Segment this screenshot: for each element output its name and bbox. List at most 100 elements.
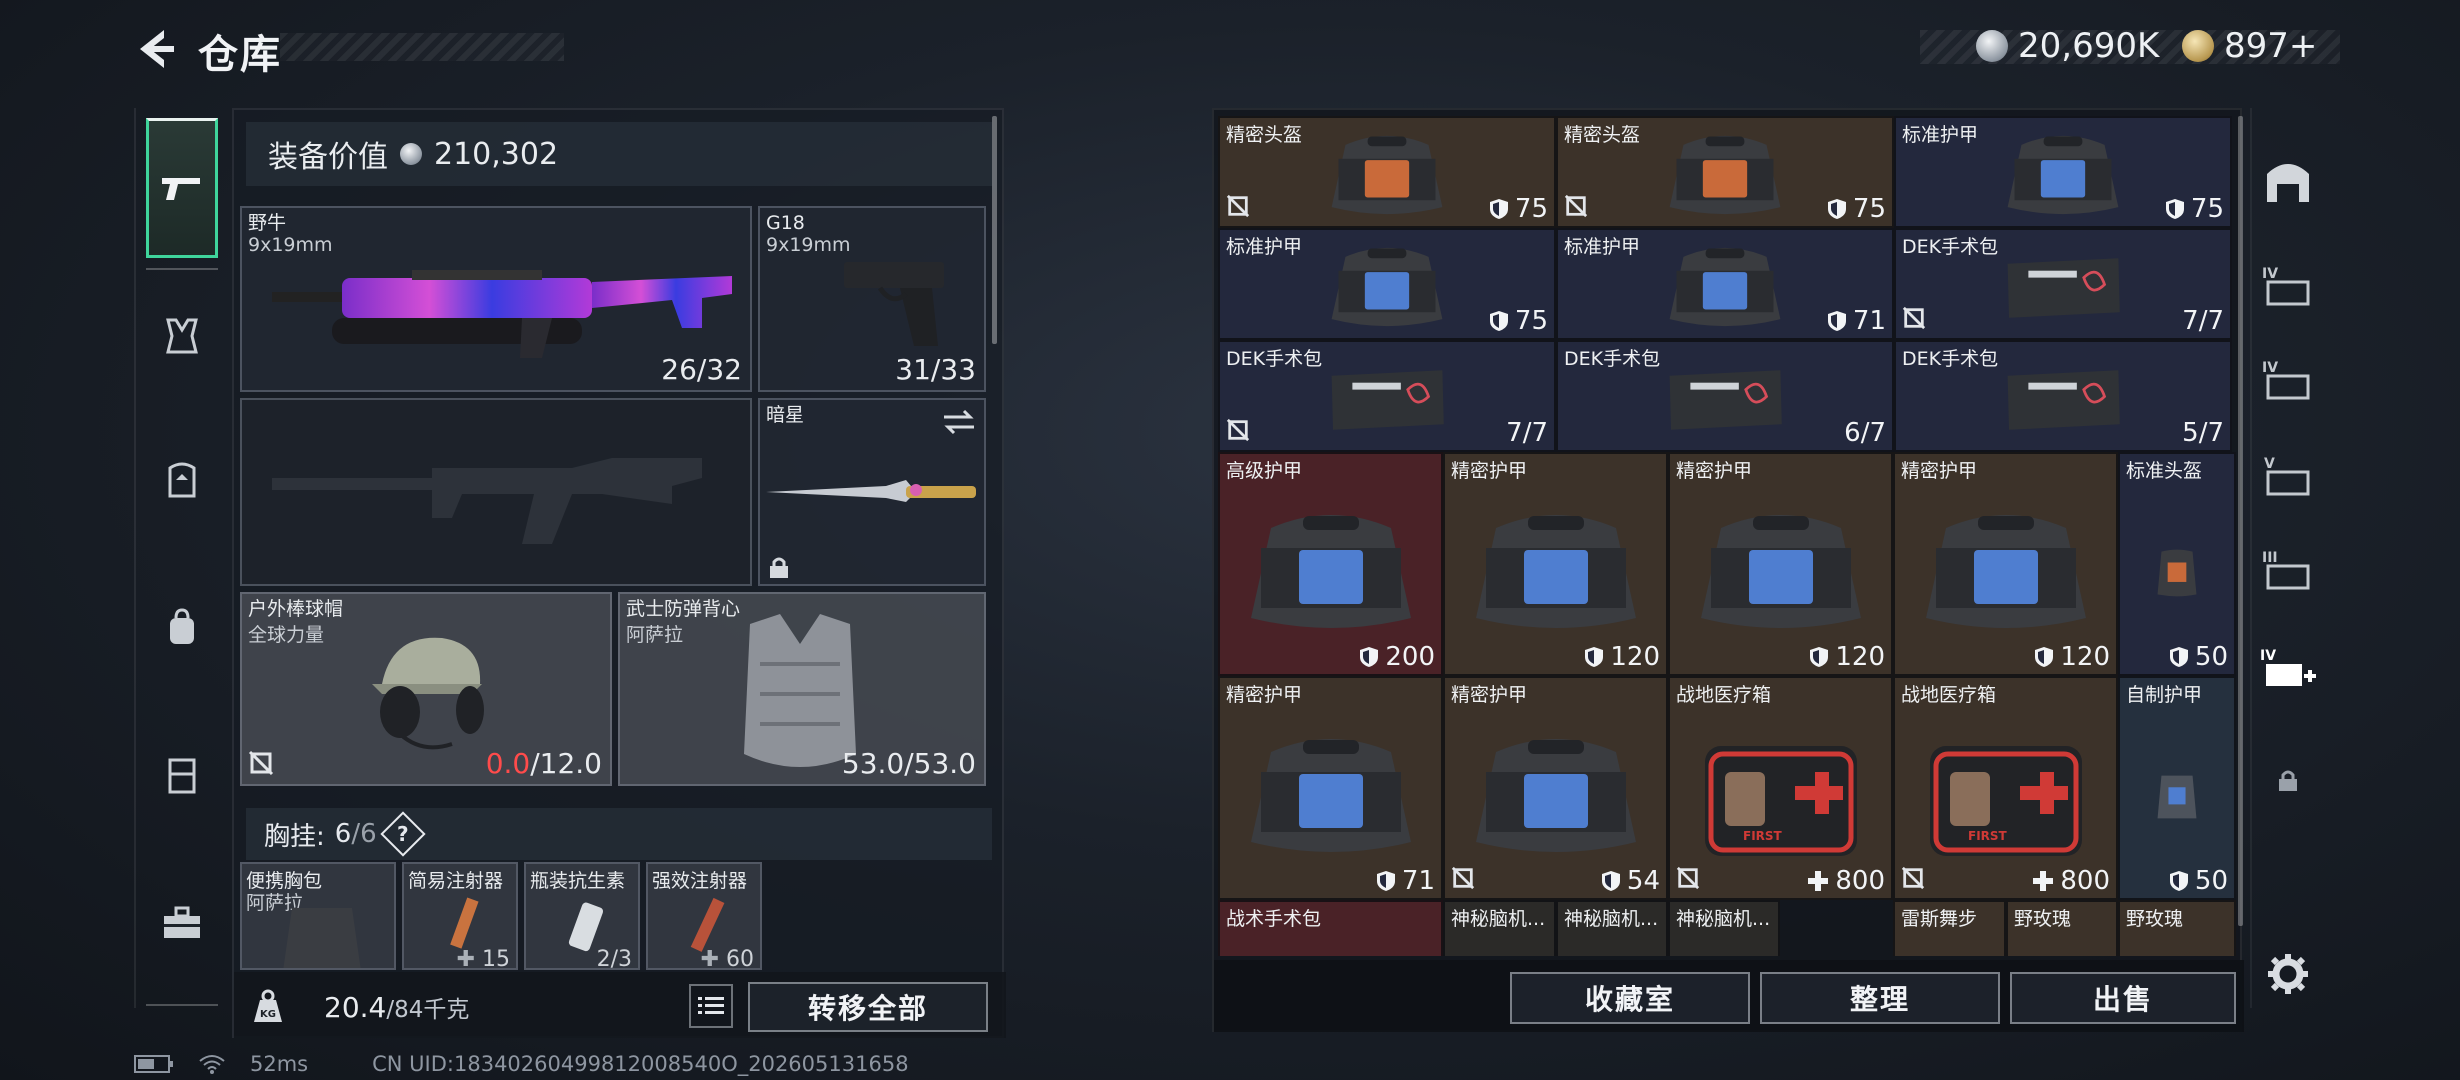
secondary-weapon-ammo: 31/33 <box>895 353 976 386</box>
svg-text:IV: IV <box>2262 360 2278 376</box>
empty-weapon-slot[interactable] <box>240 398 752 586</box>
tab-chest-rig[interactable] <box>146 300 218 372</box>
chest-item-name: 强效注射器 <box>652 870 748 892</box>
gear-icon <box>2268 954 2308 994</box>
sell-button[interactable]: 出售 <box>2010 972 2236 1024</box>
storage-item-cell[interactable]: 精密头盔 75 <box>1556 116 1894 228</box>
tab-medical-iv[interactable]: IV <box>2256 638 2320 702</box>
storage-item-value: 71 <box>1827 306 1886 336</box>
storage-item-name: 自制护甲 <box>2126 684 2203 706</box>
svg-text:IV: IV <box>2262 266 2278 282</box>
storage-item-cell[interactable]: 标准护甲 75 <box>1218 228 1556 340</box>
tab-container-iv-2[interactable]: IV <box>2256 348 2320 412</box>
melee-slot[interactable]: 暗星 <box>758 398 986 586</box>
storage-item-cell[interactable]: 精密护甲 120 <box>1893 452 2118 676</box>
primary-weapon-slot[interactable]: 野牛 9x19mm 26/32 <box>240 206 752 392</box>
storage-item-cell[interactable]: 神秘脑机... <box>1668 900 1780 956</box>
chest-rig-count: 6/6 <box>334 819 377 849</box>
tab-container-iii[interactable]: III <box>2256 538 2320 602</box>
tab-locked[interactable] <box>2256 748 2320 812</box>
helmet-slot[interactable]: 户外棒球帽 全球力量 0.0/12.0 <box>240 592 612 786</box>
medical-container-icon: IV <box>2260 648 2316 686</box>
storage-item-cell[interactable]: 精密护甲 71 <box>1218 676 1443 900</box>
chest-item-slot[interactable]: 便携胸包 阿萨拉 <box>240 862 396 970</box>
settings-button[interactable] <box>2256 942 2320 1006</box>
durability-shield-icon <box>2165 199 2184 219</box>
tab-backpack[interactable] <box>146 592 218 664</box>
storage-item-name: 野玫瑰 <box>2014 908 2072 930</box>
svg-text:KG: KG <box>260 1009 276 1020</box>
storage-item-cell[interactable]: DEK手术包 7/7 <box>1894 228 2232 340</box>
storage-item-value: 50 <box>2169 642 2228 672</box>
storage-item-cell[interactable]: 自制护甲 50 <box>2118 676 2236 900</box>
storage-item-cell[interactable]: 精密护甲 120 <box>1443 452 1668 676</box>
swap-arrows-icon[interactable] <box>942 408 976 436</box>
storage-item-cell[interactable]: DEK手术包 5/7 <box>1894 340 2232 452</box>
backpack-icon <box>170 608 194 644</box>
healing-plus-icon <box>2033 871 2054 891</box>
help-icon[interactable]: ? <box>379 811 426 857</box>
back-arrow-icon[interactable] <box>128 24 178 74</box>
tab-armor[interactable] <box>146 444 218 516</box>
collection-room-button[interactable]: 收藏室 <box>1510 972 1750 1024</box>
chest-item-count: ✚ 60 <box>700 947 754 970</box>
surgery-kit-image <box>2007 370 2120 431</box>
smg-bison-image <box>272 270 732 358</box>
storage-item-cell[interactable]: 标准护甲 71 <box>1556 228 1894 340</box>
chest-item-count: 2/3 <box>596 947 632 970</box>
storage-item-cell[interactable]: DEK手术包 7/7 <box>1218 340 1556 452</box>
storage-item-value: 7/7 <box>2182 306 2224 336</box>
svg-text:III: III <box>2262 550 2278 566</box>
armor-case-image <box>1331 248 1443 327</box>
storage-scrollbar[interactable] <box>2238 116 2243 926</box>
storage-item-cell[interactable]: 精密护甲 54 <box>1443 676 1668 900</box>
chest-item-slot[interactable]: 简易注射器 ✚ 15 <box>402 862 518 970</box>
storage-item-cell[interactable]: 战地医疗箱 FIRST 800 <box>1893 676 2118 900</box>
wifi-icon <box>199 1055 225 1074</box>
storage-item-cell[interactable]: 神秘脑机... <box>1443 900 1556 956</box>
storage-item-cell[interactable]: 野玫瑰 <box>2118 900 2236 956</box>
tab-toolbox[interactable] <box>146 888 218 960</box>
secondary-weapon-slot[interactable]: G18 9x19mm 31/33 <box>758 206 986 392</box>
equipment-panel: 装备价值 210,302 野牛 9x19mm 26/32 G18 9x19mm … <box>232 108 1006 1038</box>
storage-item-cell[interactable]: 战地医疗箱 FIRST 800 <box>1668 676 1893 900</box>
tab-container-iv[interactable]: IV <box>2256 254 2320 318</box>
storage-item-cell[interactable]: 野玫瑰 <box>2006 900 2118 956</box>
chest-item-slot[interactable]: 瓶装抗生素 2/3 <box>524 862 640 970</box>
armor-slot[interactable]: 武士防弹背心 阿萨拉 53.0/53.0 <box>618 592 986 786</box>
storage-item-cell[interactable]: 战术手术包 <box>1218 900 1443 956</box>
armor-name: 武士防弹背心 <box>626 598 741 620</box>
storage-item-cell[interactable]: DEK手术包 6/7 <box>1556 340 1894 452</box>
storage-panel: 精密头盔 75 精密头盔 75 标准护甲 75 标准护甲 75 标准护甲 71 DEK手术… <box>1212 108 2244 1032</box>
equipment-value-label: 装备价值 <box>268 140 388 175</box>
transfer-all-button[interactable]: 转移全部 <box>748 982 988 1032</box>
silver-currency[interactable]: 20,690K <box>1976 24 2159 68</box>
storage-item-cell[interactable]: 雷斯舞步 <box>1893 900 2006 956</box>
gold-coin-icon <box>2182 30 2214 62</box>
baseball-cap-headset-image <box>372 637 484 750</box>
storage-item-value: 800 <box>2032 866 2110 896</box>
storage-item-cell[interactable]: 精密头盔 75 <box>1218 116 1556 228</box>
storage-item-cell[interactable]: 神秘脑机... <box>1556 900 1668 956</box>
storage-item-cell[interactable]: 高级护甲 200 <box>1218 452 1443 676</box>
equipment-value-bar: 装备价值 210,302 <box>246 122 992 186</box>
list-view-button[interactable] <box>689 984 733 1028</box>
briefcase-icon <box>164 906 200 938</box>
tab-container-v[interactable]: V <box>2256 444 2320 508</box>
tab-storage[interactable] <box>146 740 218 812</box>
gold-currency[interactable]: 897+ <box>2182 24 2317 68</box>
tab-storage-main[interactable] <box>2256 148 2320 212</box>
storage-item-cell[interactable]: 标准护甲 75 <box>1894 116 2232 228</box>
carry-weight: 20.4/84千克 <box>324 991 470 1024</box>
garage-icon <box>2267 164 2309 202</box>
storage-item-cell[interactable]: 标准头盔 50 <box>2118 452 2236 676</box>
storage-item-cell[interactable]: 精密护甲 120 <box>1668 452 1893 676</box>
sort-button[interactable]: 整理 <box>1760 972 2000 1024</box>
equipment-scrollbar[interactable] <box>992 116 997 344</box>
tab-weapon[interactable] <box>146 118 218 258</box>
chest-item-slot[interactable]: 强效注射器 ✚ 60 <box>646 862 762 970</box>
durability-shield-icon <box>1585 647 1604 667</box>
durability-shield-icon <box>1827 311 1846 331</box>
no-insurance-icon <box>1226 194 1250 218</box>
container-level-v-icon: V <box>2264 456 2310 496</box>
